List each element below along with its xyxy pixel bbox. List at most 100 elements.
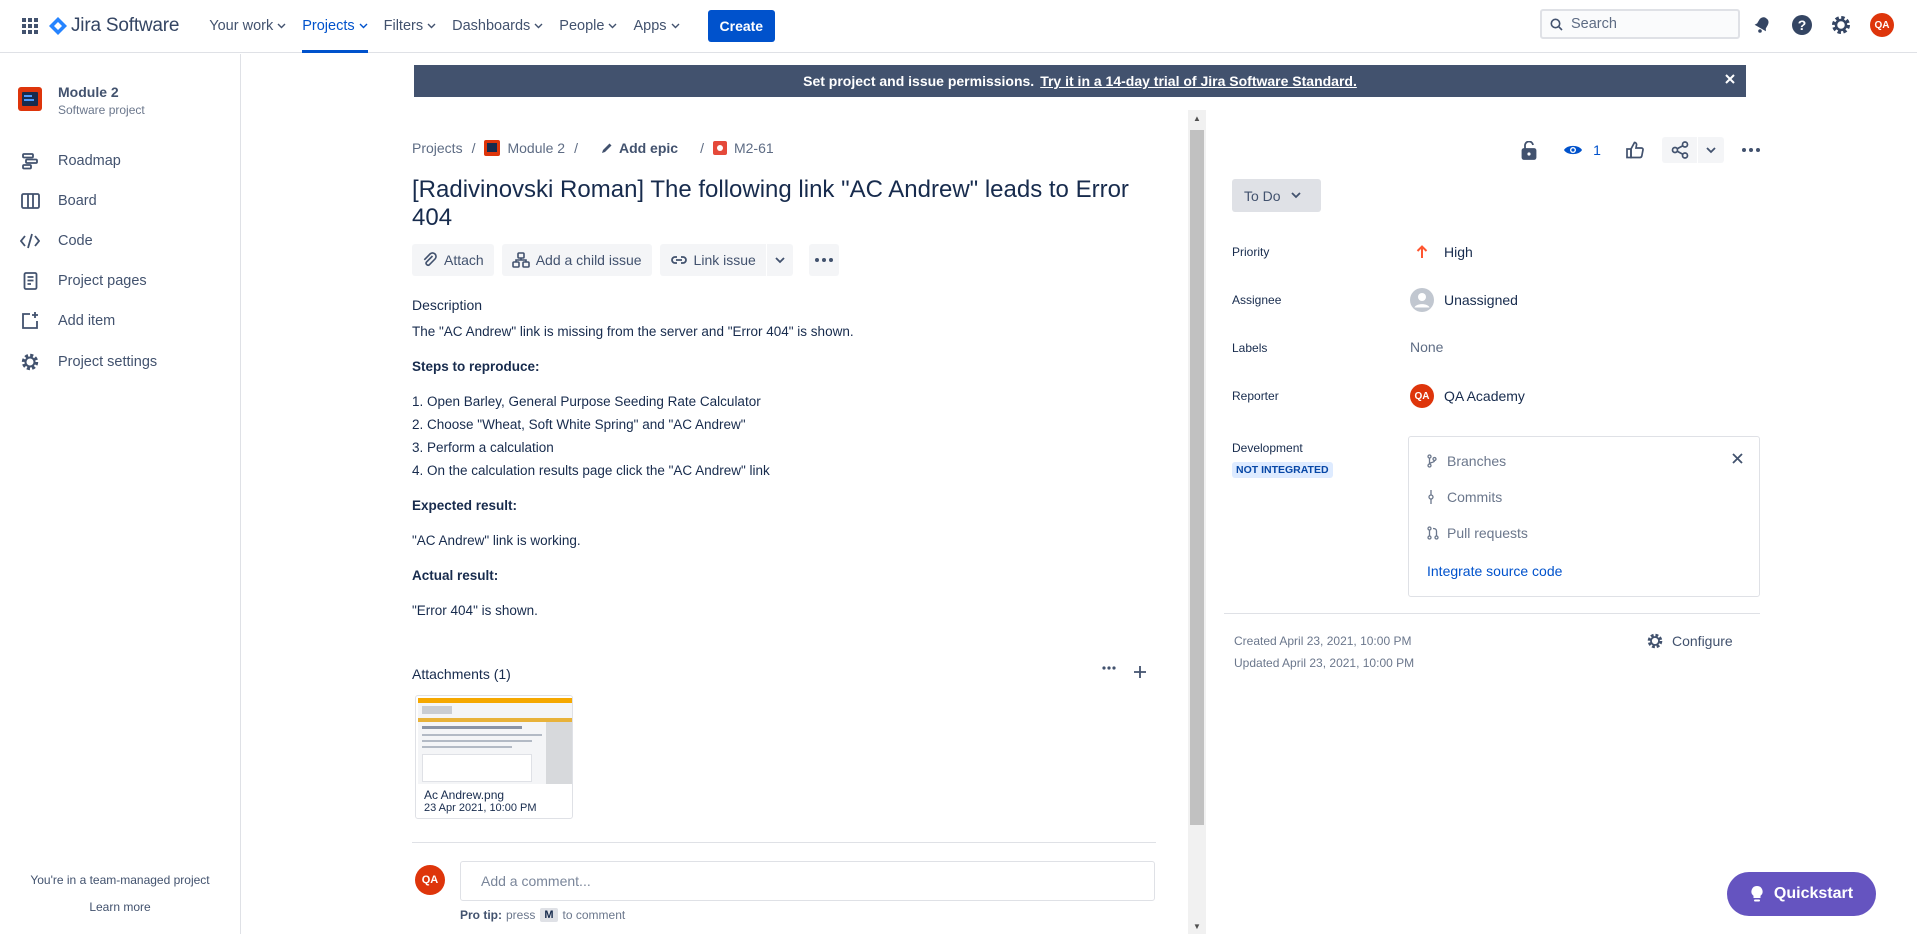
- actual-heading: Actual result:: [412, 568, 499, 583]
- attach-button[interactable]: Attach: [412, 244, 494, 276]
- nav-projects[interactable]: Projects: [294, 0, 375, 53]
- jira-logo[interactable]: Jira Software: [49, 15, 179, 37]
- link-issue-button[interactable]: Link issue: [659, 244, 766, 276]
- dev-commits: Commits: [1427, 489, 1502, 505]
- app-switcher-icon[interactable]: [15, 11, 45, 41]
- attachment-thumbnail[interactable]: Ac Andrew.png 23 Apr 2021, 10:00 PM: [415, 695, 573, 819]
- development-label: Development: [1232, 441, 1303, 455]
- gear-icon: [1647, 633, 1663, 649]
- attachments-more-icon[interactable]: [1102, 666, 1116, 678]
- sidebar-item-project-settings[interactable]: Project settings: [20, 352, 157, 372]
- jira-diamond-icon: [49, 17, 67, 35]
- reporter-avatar: QA: [1410, 384, 1434, 408]
- paperclip-icon: [423, 252, 437, 266]
- chevron-down-icon: [1705, 146, 1716, 153]
- chevron-down-icon: [277, 23, 286, 29]
- settings-gear-icon[interactable]: [1828, 12, 1854, 38]
- issue-title[interactable]: [Radivinovski Roman] The following link …: [412, 176, 1152, 232]
- nav-people[interactable]: People: [551, 0, 625, 53]
- priority-value: High: [1444, 244, 1473, 260]
- breadcrumb-project[interactable]: Module 2: [507, 140, 565, 156]
- learn-more-link[interactable]: Learn more: [0, 900, 240, 914]
- reporter-field[interactable]: QA QA Academy: [1410, 384, 1525, 408]
- project-header[interactable]: Module 2 Software project: [18, 84, 145, 117]
- nav-your-work[interactable]: Your work: [201, 0, 294, 53]
- sidebar-item-project-pages[interactable]: Project pages: [20, 271, 147, 291]
- search-placeholder: Search: [1571, 16, 1617, 32]
- bug-icon: [712, 141, 727, 155]
- lock-icon[interactable]: [1518, 137, 1540, 163]
- roadmap-icon: [20, 151, 40, 171]
- priority-label: Priority: [1232, 245, 1270, 259]
- nav-dashboards[interactable]: Dashboards: [444, 0, 551, 53]
- close-icon[interactable]: [1724, 73, 1736, 85]
- scroll-up-arrow-icon[interactable]: ▲: [1193, 114, 1201, 123]
- status-dropdown[interactable]: To Do: [1232, 179, 1321, 212]
- steps-heading: Steps to reproduce:: [412, 359, 540, 374]
- comment-input[interactable]: Add a comment...: [460, 861, 1155, 901]
- scrollbar-thumb[interactable]: [1190, 130, 1204, 825]
- nav-filters[interactable]: Filters: [376, 0, 444, 53]
- more-icon[interactable]: [1740, 137, 1762, 163]
- updated-date: Updated April 23, 2021, 10:00 PM: [1234, 656, 1415, 670]
- configure-button[interactable]: Configure: [1646, 632, 1733, 650]
- team-managed-note: You're in a team-managed project: [30, 873, 210, 887]
- thumbs-up-icon[interactable]: [1622, 137, 1648, 163]
- issue-key-link[interactable]: M2-61: [734, 140, 774, 156]
- profile-avatar[interactable]: QA: [1869, 12, 1895, 38]
- nav-label: Projects: [302, 18, 355, 34]
- more-actions-button[interactable]: [808, 244, 839, 276]
- nav-apps[interactable]: Apps: [625, 0, 687, 53]
- sidebar-item-code[interactable]: Code: [20, 231, 93, 251]
- add-attachment-icon[interactable]: [1134, 666, 1146, 678]
- commit-icon: [1427, 490, 1439, 504]
- breadcrumb-projects[interactable]: Projects: [412, 140, 463, 156]
- attachments-heading: Attachments (1): [412, 666, 511, 682]
- description-text[interactable]: The "AC Andrew" link is missing from the…: [412, 324, 854, 339]
- attach-label: Attach: [444, 252, 484, 268]
- labels-label: Labels: [1232, 341, 1268, 355]
- banner-trial-link[interactable]: Try it in a 14-day trial of Jira Softwar…: [1040, 73, 1357, 89]
- scroll-down-arrow-icon[interactable]: ▼: [1193, 922, 1201, 931]
- watchers-button[interactable]: 1: [1562, 137, 1602, 163]
- labels-value[interactable]: None: [1410, 339, 1443, 355]
- assignee-label: Assignee: [1232, 293, 1282, 307]
- attachment-name: Ac Andrew.png: [424, 788, 505, 802]
- add-child-issue-button[interactable]: Add a child issue: [501, 244, 652, 276]
- help-icon[interactable]: ?: [1789, 12, 1815, 38]
- protip-press: press: [506, 908, 536, 922]
- create-button[interactable]: Create: [707, 10, 776, 42]
- quickstart-button[interactable]: Quickstart: [1727, 872, 1876, 916]
- step-item: 3. Perform a calculation: [412, 440, 554, 455]
- assignee-field[interactable]: Unassigned: [1410, 288, 1518, 312]
- code-icon: [20, 231, 40, 251]
- link-icon: [670, 256, 687, 264]
- priority-field[interactable]: High: [1410, 240, 1473, 264]
- pages-icon: [20, 271, 40, 291]
- nav-label: Dashboards: [452, 18, 531, 34]
- expected-text: "AC Andrew" link is working.: [412, 533, 581, 548]
- project-avatar-icon: [18, 87, 42, 111]
- link-issue-label: Link issue: [693, 252, 756, 268]
- lightbulb-icon: [1751, 885, 1763, 902]
- gear-icon: [20, 352, 40, 372]
- step-item: 1. Open Barley, General Purpose Seeding …: [412, 394, 761, 409]
- branch-icon: [1427, 454, 1439, 468]
- search-input[interactable]: Search: [1540, 9, 1740, 39]
- project-type: Software project: [58, 103, 145, 117]
- integrate-source-code-link[interactable]: Integrate source code: [1427, 563, 1562, 579]
- sidebar-item-board[interactable]: Board: [20, 191, 97, 211]
- add-epic-button[interactable]: Add epic: [601, 140, 678, 156]
- close-icon[interactable]: [1732, 453, 1743, 464]
- description-heading: Description: [412, 297, 483, 313]
- nav-label: Filters: [383, 18, 424, 34]
- share-button[interactable]: [1662, 137, 1724, 163]
- link-issue-dropdown[interactable]: [766, 244, 793, 276]
- reporter-label: Reporter: [1232, 389, 1279, 403]
- attachments-tools: [1102, 666, 1146, 678]
- unassigned-avatar-icon: [1410, 288, 1434, 312]
- sidebar-item-add-item[interactable]: Add item: [20, 311, 115, 331]
- notifications-icon[interactable]: [1749, 12, 1775, 38]
- sidebar-item-roadmap[interactable]: Roadmap: [20, 151, 121, 171]
- chevron-down-icon: [427, 23, 436, 29]
